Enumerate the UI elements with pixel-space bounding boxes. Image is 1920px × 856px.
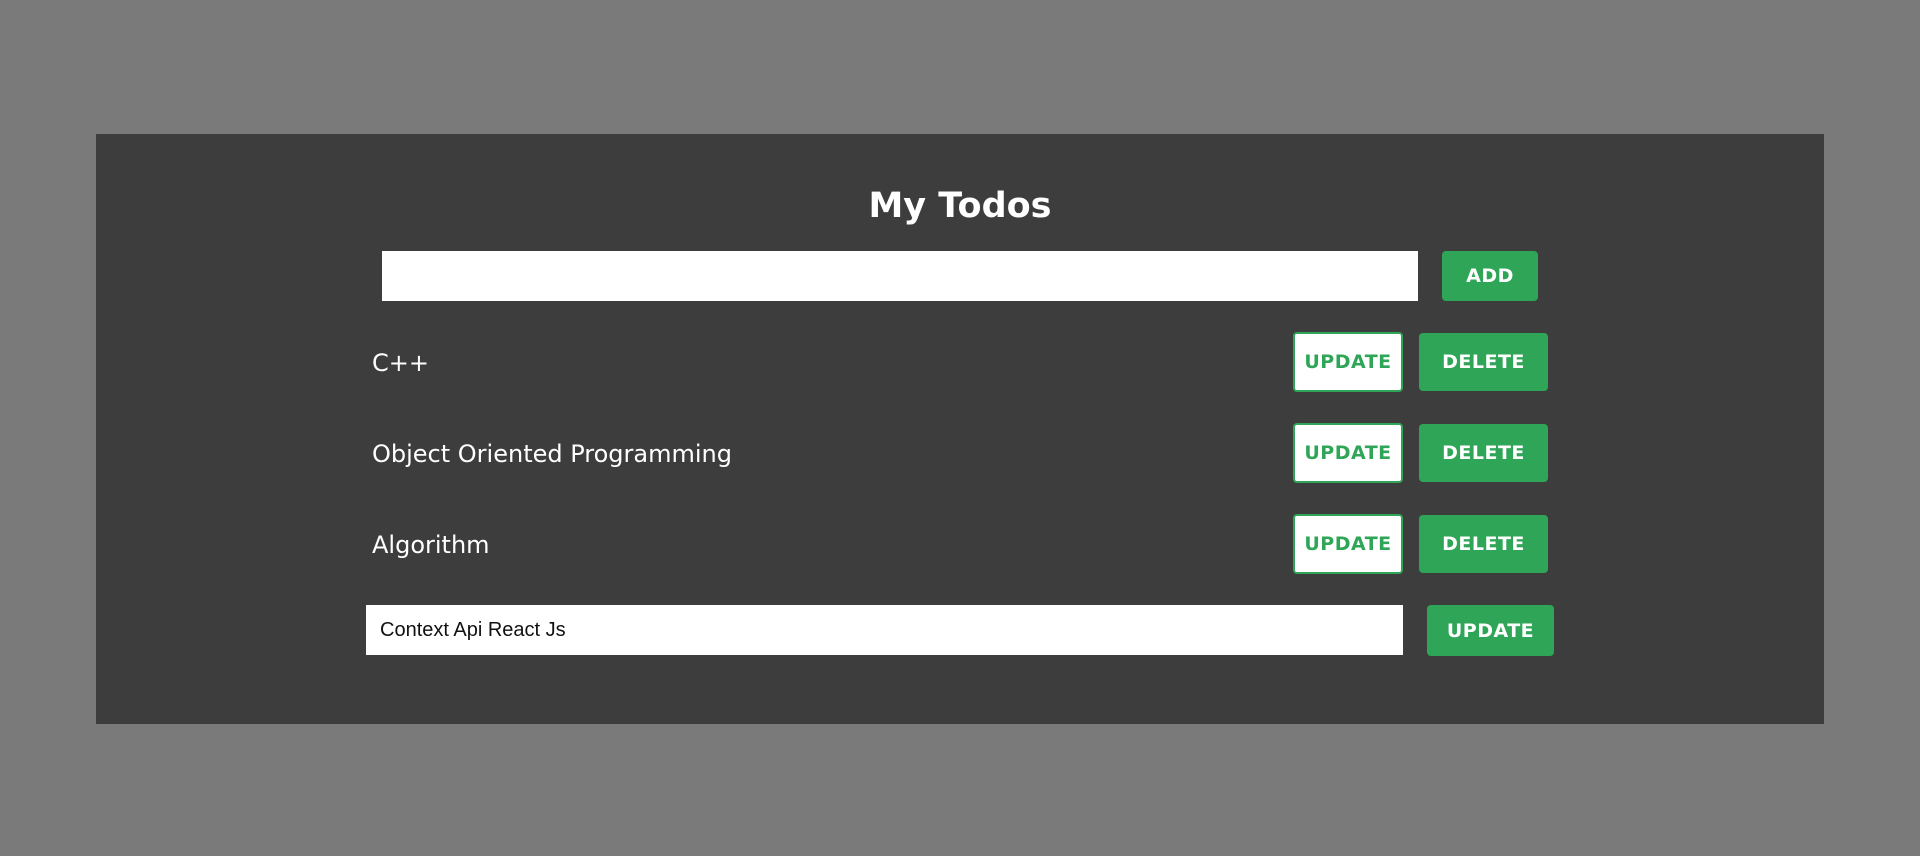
todo-delete-button[interactable]: DELETE <box>1419 333 1548 391</box>
todo-item-text: C++ <box>372 349 429 377</box>
todo-panel: My Todos ADD C++ UPDATE DELETE Object Or… <box>96 134 1824 724</box>
todo-delete-button[interactable]: DELETE <box>1419 424 1548 482</box>
edit-update-button[interactable]: UPDATE <box>1427 605 1554 656</box>
page-title: My Todos <box>868 186 1052 226</box>
todo-delete-button[interactable]: DELETE <box>1419 515 1548 573</box>
todo-item-text: Algorithm <box>372 531 490 559</box>
add-button[interactable]: ADD <box>1442 251 1538 301</box>
todo-update-button[interactable]: UPDATE <box>1293 514 1403 574</box>
todo-item-text: Object Oriented Programming <box>372 440 732 468</box>
edit-todo-input[interactable] <box>366 605 1403 655</box>
todo-update-button[interactable]: UPDATE <box>1293 423 1403 483</box>
todo-update-button[interactable]: UPDATE <box>1293 332 1403 392</box>
new-todo-input[interactable] <box>382 251 1418 301</box>
